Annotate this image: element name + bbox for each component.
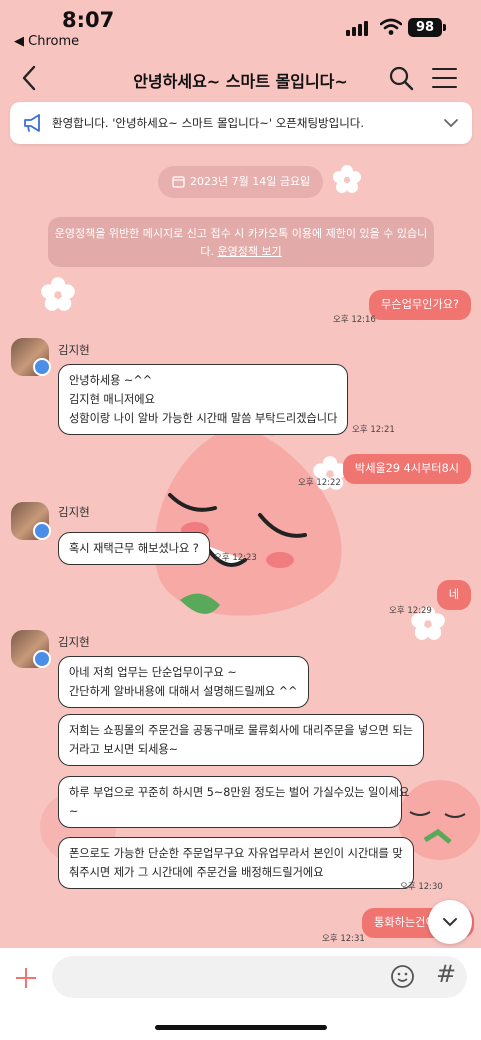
sender-name: 김지현: [58, 635, 90, 649]
emoji-icon[interactable]: [390, 964, 415, 989]
hashtag-icon[interactable]: #: [436, 960, 456, 988]
peach-character-illustration: [154, 415, 342, 616]
flower-decoration: [41, 277, 75, 311]
chevron-right-icon: ›: [300, 175, 305, 188]
crown-badge-icon: [33, 522, 51, 540]
message-time: 오후 12:29: [389, 606, 432, 616]
wifi-icon: [380, 18, 402, 35]
policy-notice: 운영정책을 위반한 메시지로 신고 접수 시 카카오톡 이용에 제한이 있을 수…: [48, 217, 434, 267]
message-time: 오후 12:30: [400, 882, 443, 892]
battery-tip: [443, 24, 446, 31]
policy-text-line2: 다.: [200, 245, 218, 258]
message-time: 오후 12:22: [298, 478, 341, 488]
notice-banner[interactable]: 환영합니다. '안녕하세요~ 스마트 몰입니다~' 오픈채팅방입니다.: [10, 102, 472, 144]
my-message-bubble[interactable]: 네: [436, 580, 471, 610]
policy-link[interactable]: 운영정책 보기: [217, 245, 281, 258]
message-time: 오후 12:23: [214, 553, 257, 563]
menu-icon[interactable]: [432, 68, 458, 88]
message-bubble[interactable]: 안녕하세용 ~^^ 김지현 매니저에요 성함이랑 나이 알바 가능한 시간때 말…: [58, 364, 349, 435]
notice-text: 환영합니다. '안녕하세요~ 스마트 몰입니다~' 오픈채팅방입니다.: [52, 116, 365, 130]
message-bubble[interactable]: 폰으로도 가능한 단순한 주문업무구요 자유업무라서 본인이 시간대를 맞 춰주…: [58, 837, 414, 889]
message-time: 오후 12:16: [333, 315, 376, 325]
avatar[interactable]: [11, 630, 51, 668]
signal-icon: [346, 20, 372, 36]
calendar-icon: [172, 176, 185, 188]
date-divider[interactable]: 2023년 7월 14일 금요일 ›: [158, 166, 323, 198]
battery-indicator: 98: [408, 18, 442, 37]
chevron-down-icon: [443, 918, 457, 927]
crown-badge-icon: [33, 358, 51, 376]
message-time: 오후 12:21: [352, 425, 395, 435]
plus-icon[interactable]: [14, 966, 38, 990]
date-label: 2023년 7월 14일 금요일: [190, 175, 311, 188]
back-to-chrome-link[interactable]: ◀ Chrome: [14, 34, 79, 49]
message-bubble[interactable]: 아네 저희 업무는 단순업무이구요 ~ 간단하게 알바내용에 대해서 설명해드릴…: [58, 656, 309, 708]
message-bubble[interactable]: 하루 부업으로 꾸준히 하시면 5~8만원 정도는 벌어 가실수있는 일이세요 …: [58, 776, 409, 828]
avatar[interactable]: [11, 338, 51, 376]
message-bubble[interactable]: 혹시 재택근무 해보셨나요 ?: [58, 532, 210, 565]
flower-decoration: [333, 165, 361, 193]
sender-name: 김지현: [58, 343, 90, 357]
message-time: 오후 12:31: [322, 934, 365, 944]
megaphone-icon: [24, 114, 40, 132]
status-time: 8:07: [62, 8, 115, 32]
avatar[interactable]: [11, 502, 51, 540]
search-icon[interactable]: [388, 65, 414, 91]
crown-badge-icon: [33, 650, 51, 668]
my-message-bubble[interactable]: 박세울29 4시부터8시: [342, 454, 471, 484]
message-bubble[interactable]: 저희는 쇼핑몰의 주문건을 공동구매로 물류회사에 대리주문을 넣으면 되는 거…: [58, 714, 424, 766]
chevron-down-icon[interactable]: [442, 114, 460, 132]
scroll-to-bottom-button[interactable]: [428, 900, 472, 944]
my-message-bubble[interactable]: 무슨업무인가요?: [369, 290, 471, 320]
policy-text-line1: 운영정책을 위반한 메시지로 신고 접수 시 카카오톡 이용에 제한이 있을 수…: [54, 227, 428, 240]
home-indicator: [155, 1025, 327, 1030]
sender-name: 김지현: [58, 505, 90, 519]
